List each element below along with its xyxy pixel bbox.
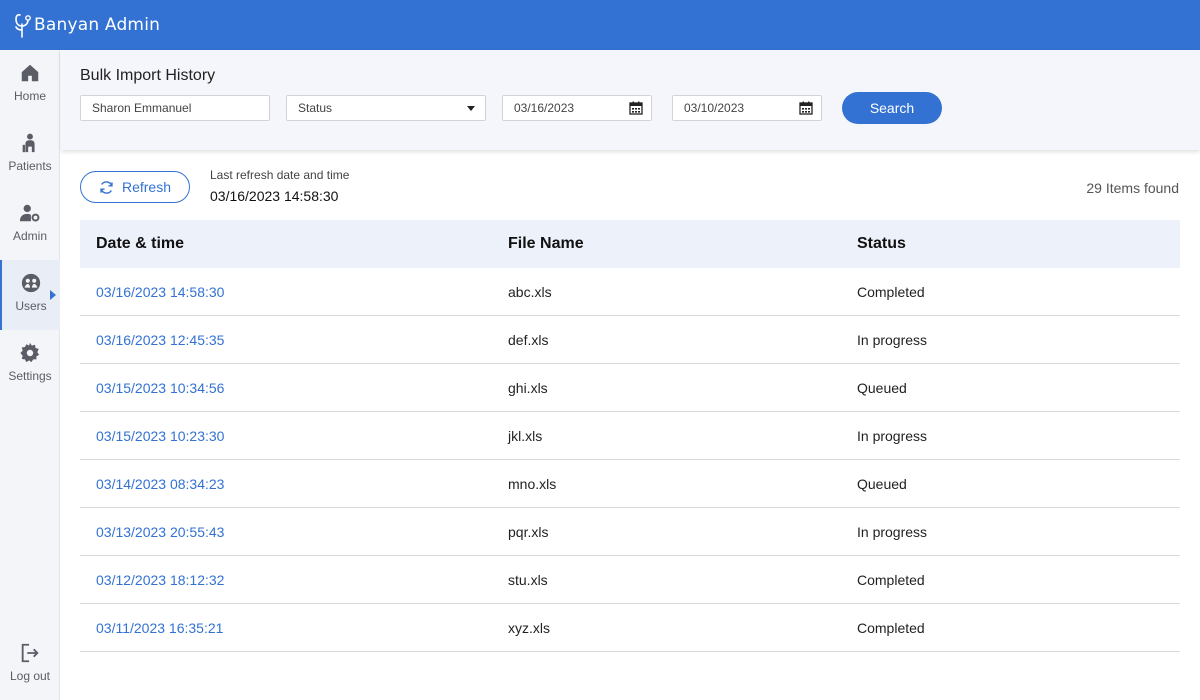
sidebar-item-label: Patients xyxy=(8,159,52,173)
row-date-link[interactable]: 03/13/2023 20:55:43 xyxy=(80,524,508,540)
brand[interactable]: Banyan Admin xyxy=(12,12,160,38)
sidebar-item-label: Settings xyxy=(8,369,52,383)
name-input[interactable] xyxy=(92,101,269,115)
row-status: In progress xyxy=(857,523,928,540)
row-status: Completed xyxy=(857,283,925,300)
sidebar-item-settings[interactable]: Settings xyxy=(0,330,60,400)
row-status: In progress xyxy=(857,331,928,348)
page-title: Bulk Import History xyxy=(80,67,216,84)
date-to-field[interactable]: 03/10/2023 xyxy=(672,95,822,121)
import-history-table: Date & time File Name Status 03/16/2023 … xyxy=(80,220,1180,652)
sidebar: Home Patients Admin Users Settings Log o… xyxy=(0,50,60,700)
row-file-name: def.xls xyxy=(508,331,549,348)
refresh-label: Refresh xyxy=(121,179,172,195)
app-name: Banyan Admin xyxy=(34,15,161,35)
sidebar-item-patients[interactable]: Patients xyxy=(0,120,60,190)
patient-icon xyxy=(22,133,35,153)
sidebar-item-admin[interactable]: Admin xyxy=(0,190,60,260)
name-field[interactable] xyxy=(80,95,270,121)
logout-icon xyxy=(21,643,39,663)
column-header-status[interactable]: Status xyxy=(857,235,1180,253)
filter-panel: Bulk Import History Status 03/16/2023 03… xyxy=(61,50,1200,150)
gear-icon xyxy=(20,342,40,363)
row-file-name: abc.xls xyxy=(508,283,552,300)
row-file-name: mno.xls xyxy=(508,475,557,492)
refresh-button[interactable]: Refresh xyxy=(80,171,190,203)
row-status: Queued xyxy=(857,379,907,396)
date-from-field[interactable]: 03/16/2023 xyxy=(502,95,652,121)
status-select-value: Status xyxy=(298,101,333,115)
row-status: Queued xyxy=(857,475,907,492)
top-bar: Banyan Admin xyxy=(0,0,1200,50)
table-row: 03/11/2023 16:35:21 xyz.xls Completed xyxy=(80,604,1180,652)
table-row: 03/14/2023 08:34:23 mno.xls Queued xyxy=(80,460,1180,508)
sidebar-item-label: Home xyxy=(13,89,46,103)
row-date-link[interactable]: 03/15/2023 10:34:56 xyxy=(80,380,508,396)
table-row: 03/12/2023 18:12:32 stu.xls Completed xyxy=(80,556,1180,604)
sidebar-item-label: Users xyxy=(15,299,47,313)
sidebar-item-label: Admin xyxy=(12,229,47,243)
users-icon xyxy=(21,273,41,293)
sidebar-item-home[interactable]: Home xyxy=(0,50,60,120)
admin-icon xyxy=(19,204,40,222)
banyan-logo-icon xyxy=(15,13,31,38)
date-to-value: 03/10/2023 xyxy=(684,101,745,115)
row-date-link[interactable]: 03/16/2023 14:58:30 xyxy=(80,284,508,300)
table-row: 03/13/2023 20:55:43 pqr.xls In progress xyxy=(80,508,1180,556)
table-row: 03/16/2023 14:58:30 abc.xls Completed xyxy=(80,268,1180,316)
status-select[interactable]: Status xyxy=(286,95,486,121)
row-file-name: stu.xls xyxy=(508,571,548,588)
search-button[interactable]: Search xyxy=(842,92,942,124)
last-refresh-value: 03/16/2023 14:58:30 xyxy=(210,188,339,204)
column-header-date[interactable]: Date & time xyxy=(80,235,508,253)
row-date-link[interactable]: 03/14/2023 08:34:23 xyxy=(80,476,508,492)
date-from-value: 03/16/2023 xyxy=(514,101,575,115)
home-icon xyxy=(21,64,39,82)
row-file-name: xyz.xls xyxy=(508,619,550,636)
calendar-icon[interactable] xyxy=(629,101,643,115)
table-header: Date & time File Name Status xyxy=(80,220,1180,268)
items-found-count: 29 Items found xyxy=(1086,180,1179,196)
column-header-file[interactable]: File Name xyxy=(508,235,857,253)
row-status: Completed xyxy=(857,619,925,636)
chevron-down-icon xyxy=(467,106,475,111)
row-date-link[interactable]: 03/12/2023 18:12:32 xyxy=(80,572,508,588)
table-row: 03/15/2023 10:23:30 jkl.xls In progress xyxy=(80,412,1180,460)
row-file-name: pqr.xls xyxy=(508,523,549,540)
last-refresh-label: Last refresh date and time xyxy=(210,168,350,182)
row-status: Completed xyxy=(857,571,925,588)
sidebar-item-users[interactable]: Users xyxy=(0,260,60,330)
active-caret-icon xyxy=(50,290,56,300)
table-row: 03/16/2023 12:45:35 def.xls In progress xyxy=(80,316,1180,364)
row-status: In progress xyxy=(857,427,928,444)
calendar-icon[interactable] xyxy=(799,101,813,115)
table-row: 03/15/2023 10:34:56 ghi.xls Queued xyxy=(80,364,1180,412)
row-date-link[interactable]: 03/11/2023 16:35:21 xyxy=(80,620,508,636)
refresh-icon xyxy=(100,180,113,194)
logout-button[interactable]: Log out xyxy=(0,630,60,700)
row-date-link[interactable]: 03/16/2023 12:45:35 xyxy=(80,332,508,348)
row-file-name: ghi.xls xyxy=(508,379,548,396)
row-file-name: jkl.xls xyxy=(508,427,543,444)
logout-label: Log out xyxy=(9,669,51,683)
row-date-link[interactable]: 03/15/2023 10:23:30 xyxy=(80,428,508,444)
